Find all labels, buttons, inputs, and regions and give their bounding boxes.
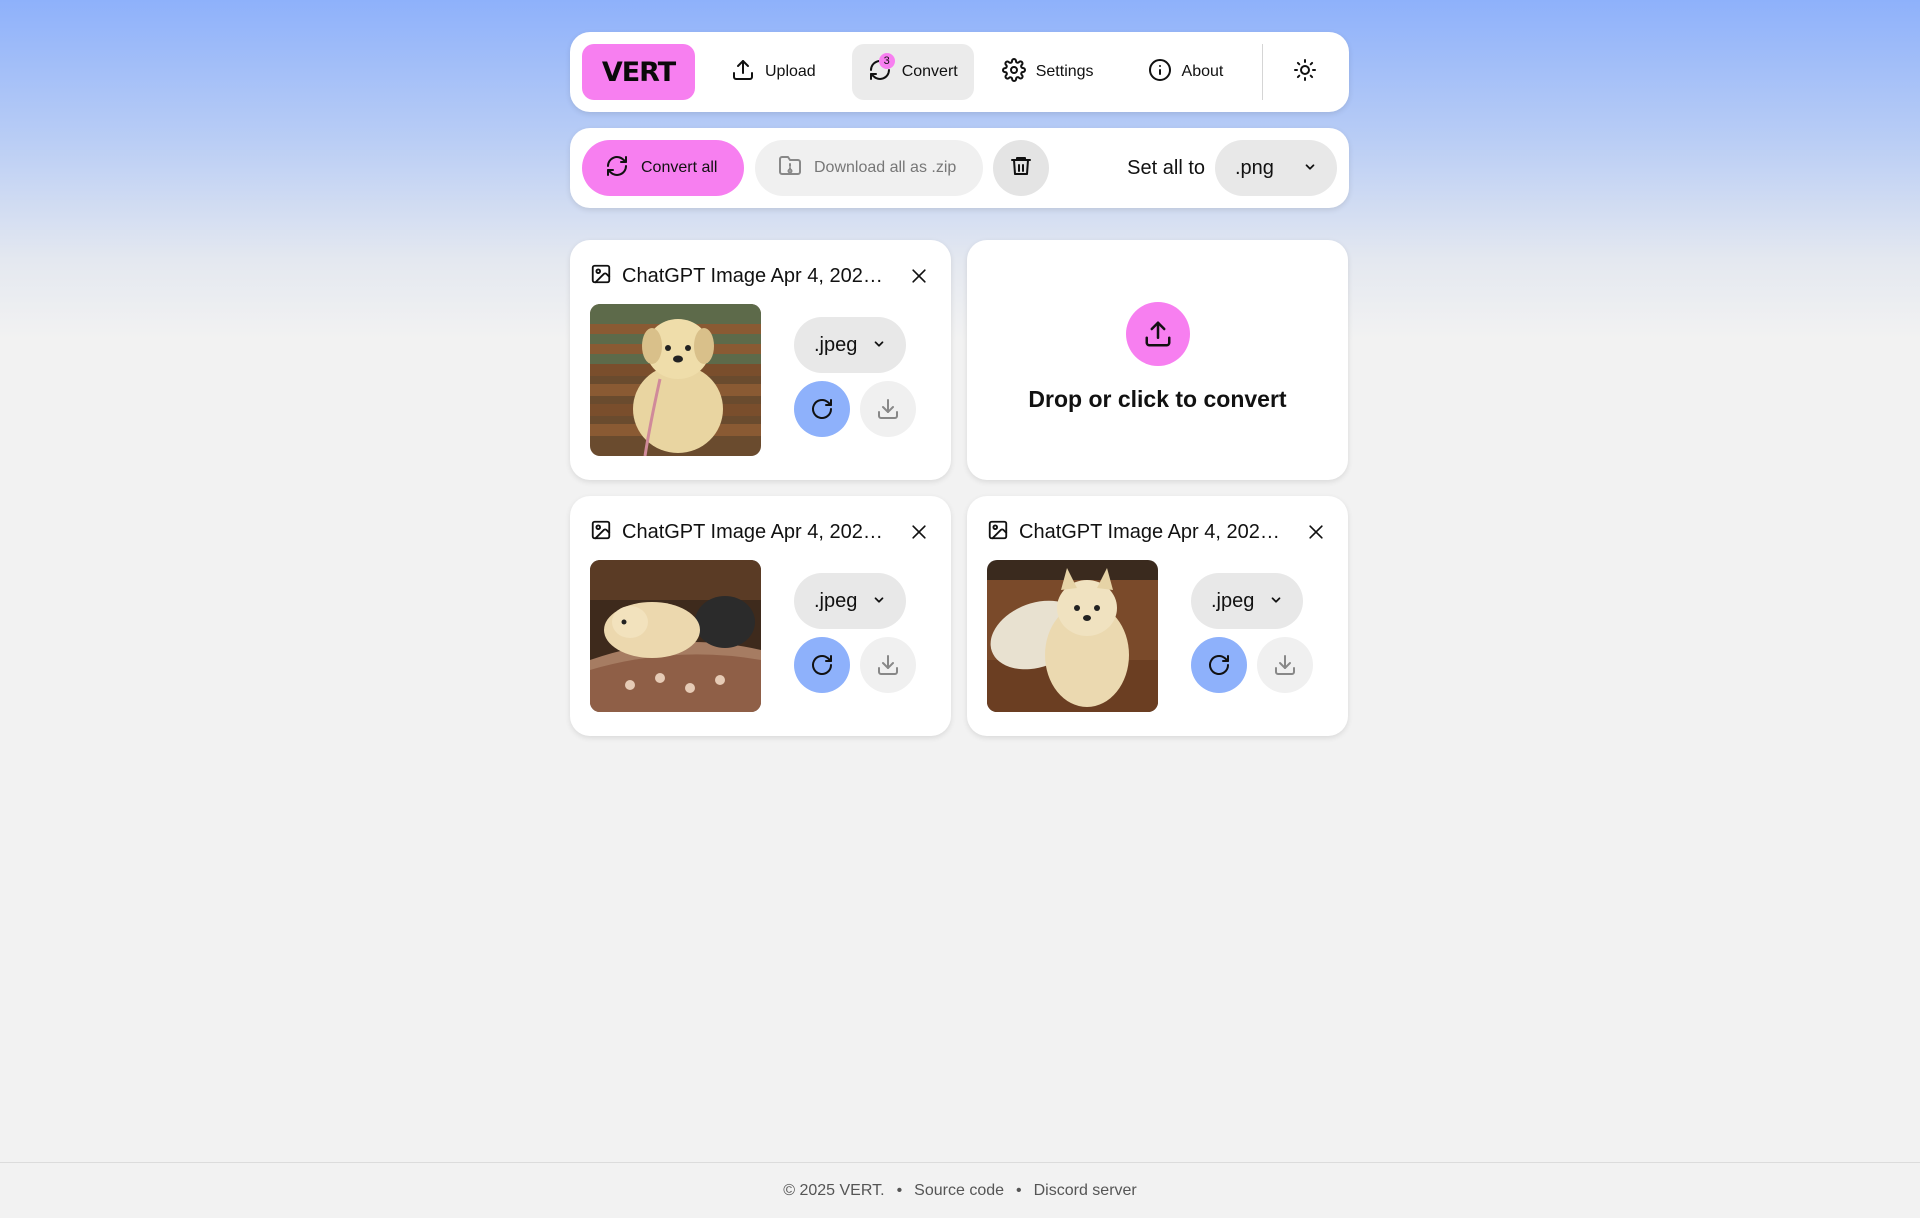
- refresh-icon: [605, 154, 629, 183]
- footer: © 2025 VERT. • Source code • Discord ser…: [0, 1162, 1920, 1218]
- file-controls: .jpeg: [794, 317, 916, 456]
- close-icon: [912, 269, 926, 283]
- nav-about[interactable]: About: [1132, 44, 1240, 100]
- set-all-format-value: .png: [1235, 156, 1274, 179]
- discord-link[interactable]: Discord server: [1034, 1182, 1137, 1200]
- trash-icon: [1009, 154, 1033, 183]
- convert-count-badge: 3: [878, 53, 895, 69]
- file-card-header: ChatGPT Image Apr 4, 2025, 10_18_30 AM.p…: [987, 516, 1328, 548]
- rotate-icon: [1209, 655, 1229, 675]
- image-file-icon: [590, 519, 612, 546]
- theme-toggle[interactable]: [1285, 52, 1325, 92]
- dropzone-label: Drop or click to convert: [1028, 385, 1287, 412]
- download-file-button[interactable]: [1257, 637, 1313, 693]
- nav-convert[interactable]: 3 Convert: [851, 44, 974, 100]
- file-grid: ChatGPT Image Apr 4, 2025, 10_12_45 AM.p…: [570, 240, 1349, 736]
- set-all-label: Set all to: [1127, 156, 1205, 179]
- clear-all-button[interactable]: [993, 140, 1049, 196]
- close-icon: [1309, 525, 1323, 539]
- convert-all-label: Convert all: [641, 159, 718, 176]
- download-file-button[interactable]: [860, 637, 916, 693]
- download-zip-button[interactable]: Download all as .zip: [755, 140, 983, 196]
- file-controls: .jpeg: [1191, 573, 1313, 712]
- download-file-button[interactable]: [860, 381, 916, 437]
- vert-logo[interactable]: VERT: [582, 44, 695, 100]
- file-card-body: .jpeg: [590, 304, 931, 456]
- nav-convert-label: Convert: [901, 63, 958, 80]
- download-icon: [878, 399, 898, 419]
- footer-separator: •: [896, 1181, 903, 1199]
- file-card-header: ChatGPT Image Apr 4, 2025, 10_15_02 AM.p…: [590, 516, 931, 548]
- file-action-row: [794, 637, 916, 693]
- rotate-icon: [812, 655, 832, 675]
- file-thumbnail: [590, 304, 761, 456]
- file-format-value: .jpeg: [814, 589, 858, 612]
- remove-file-button[interactable]: [907, 520, 931, 544]
- file-thumbnail: [987, 560, 1158, 712]
- file-thumbnail: [590, 560, 761, 712]
- upload-icon: [1125, 301, 1190, 366]
- folder-archive-icon: [778, 154, 802, 183]
- chevron-down-icon: [872, 334, 886, 357]
- nav-settings-label: Settings: [1035, 63, 1094, 80]
- file-format-value: .jpeg: [814, 333, 858, 356]
- info-icon: [1148, 58, 1172, 87]
- file-name: ChatGPT Image Apr 4, 2025, 10_15_02 AM.p…: [622, 520, 887, 543]
- file-controls: .jpeg: [794, 573, 916, 712]
- nav-settings[interactable]: Settings: [986, 44, 1110, 100]
- chevron-down-icon: [1269, 590, 1283, 613]
- nav-upload[interactable]: Upload: [715, 44, 832, 100]
- copyright-text: © 2025 VERT.: [783, 1181, 885, 1199]
- footer-separator: •: [1016, 1181, 1022, 1199]
- file-card: ChatGPT Image Apr 4, 2025, 10_18_30 AM.p…: [967, 496, 1348, 736]
- file-name: ChatGPT Image Apr 4, 2025, 10_12_45 AM.p…: [622, 264, 887, 287]
- file-card: ChatGPT Image Apr 4, 2025, 10_12_45 AM.p…: [570, 240, 951, 480]
- remove-file-button[interactable]: [1304, 520, 1328, 544]
- top-nav: VERT Upload 3 Convert Settings About: [570, 32, 1349, 112]
- sun-icon: [1293, 58, 1317, 87]
- convert-file-button[interactable]: [794, 381, 850, 437]
- nav-divider: [1262, 44, 1264, 100]
- file-card: ChatGPT Image Apr 4, 2025, 10_15_02 AM.p…: [570, 496, 951, 736]
- convert-file-button[interactable]: [1191, 637, 1247, 693]
- file-name: ChatGPT Image Apr 4, 2025, 10_18_30 AM.p…: [1019, 520, 1284, 543]
- file-format-select[interactable]: .jpeg: [794, 317, 906, 373]
- nav-about-label: About: [1181, 63, 1224, 80]
- convert-file-button[interactable]: [794, 637, 850, 693]
- rotate-icon: [812, 399, 832, 419]
- upload-icon: [731, 58, 755, 87]
- close-icon: [912, 525, 926, 539]
- chevron-down-icon: [1303, 157, 1317, 180]
- file-action-row: [794, 381, 916, 437]
- gear-icon: [1001, 57, 1026, 87]
- file-format-select[interactable]: .jpeg: [1191, 573, 1303, 629]
- file-card-body: .jpeg: [590, 560, 931, 712]
- image-file-icon: [987, 519, 1009, 546]
- source-code-link[interactable]: Source code: [914, 1182, 1004, 1200]
- file-action-row: [1191, 637, 1313, 693]
- download-icon: [878, 655, 898, 675]
- download-zip-label: Download all as .zip: [814, 159, 957, 176]
- app: VERT Upload 3 Convert Settings About Con…: [570, 32, 1349, 736]
- convert-toolbar: Convert all Download all as .zip Set all…: [570, 128, 1349, 208]
- nav-upload-label: Upload: [765, 63, 816, 80]
- file-format-select[interactable]: .jpeg: [794, 573, 906, 629]
- set-all-format-select[interactable]: .png: [1215, 140, 1337, 196]
- file-card-body: .jpeg: [987, 560, 1328, 712]
- chevron-down-icon: [872, 590, 886, 613]
- convert-all-button[interactable]: Convert all: [582, 140, 744, 196]
- remove-file-button[interactable]: [907, 264, 931, 288]
- set-all-group: Set all to .png: [1127, 140, 1337, 196]
- download-icon: [1275, 655, 1295, 675]
- upload-dropzone[interactable]: Drop or click to convert: [967, 240, 1348, 480]
- file-card-header: ChatGPT Image Apr 4, 2025, 10_12_45 AM.p…: [590, 260, 931, 292]
- file-format-value: .jpeg: [1211, 589, 1255, 612]
- image-file-icon: [590, 263, 612, 290]
